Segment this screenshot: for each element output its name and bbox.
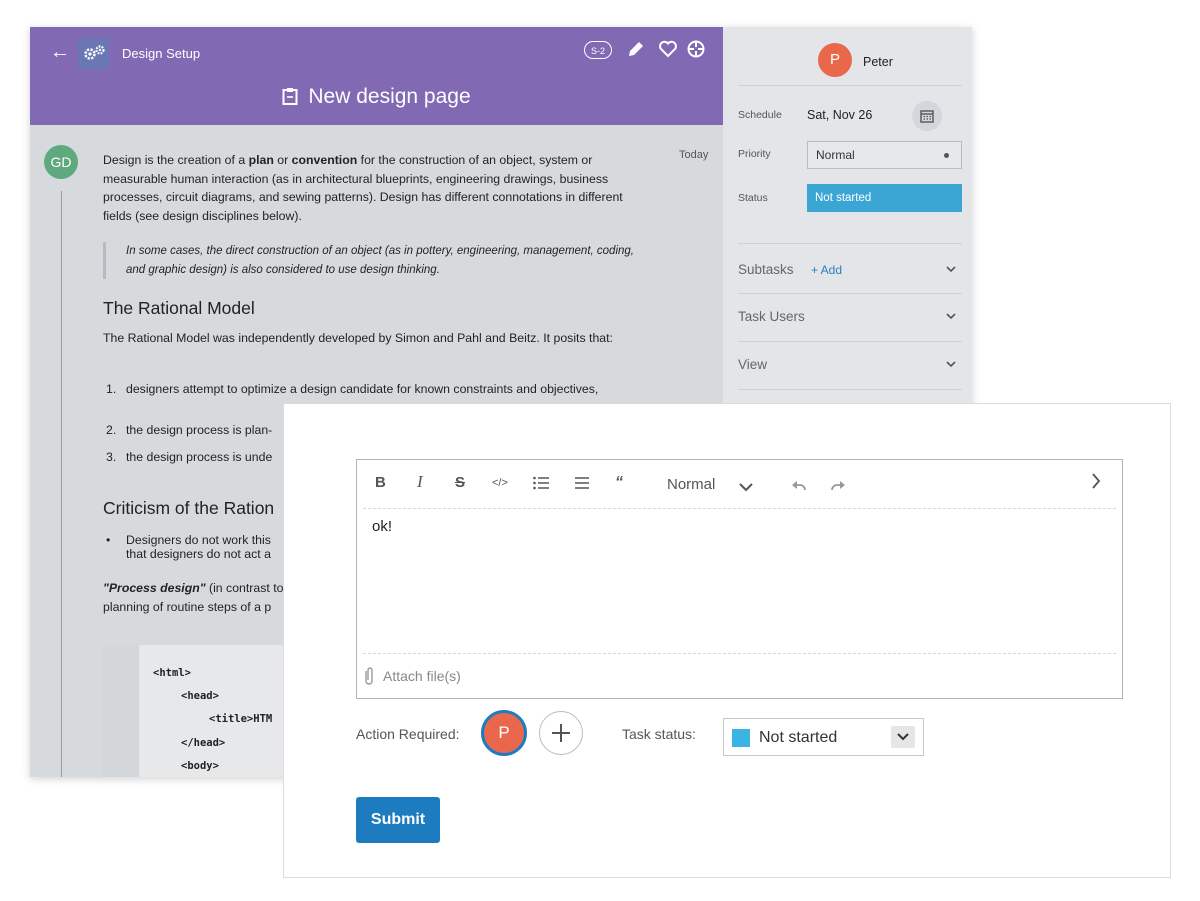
process-text: planning of routine steps of a p [103, 599, 272, 614]
breadcrumb[interactable]: Design Setup [122, 46, 200, 61]
list-number: 2. [106, 423, 117, 437]
task-users-section[interactable]: Task Users [738, 309, 962, 324]
comment-panel: B I S </> “ Normal ok! Attach file(s) Ac… [283, 403, 1171, 878]
chevron-right-icon[interactable] [1091, 473, 1101, 493]
undo-icon[interactable] [792, 478, 806, 498]
divider [738, 243, 962, 244]
code-gutter [103, 645, 139, 777]
strikethrough-button[interactable]: S [455, 474, 465, 494]
subtasks-section[interactable]: Subtasks [738, 262, 962, 277]
plus-icon [552, 724, 570, 742]
view-label: View [738, 357, 768, 372]
status-color-swatch [732, 729, 750, 747]
attach-files-link[interactable]: Attach file(s) [383, 668, 461, 684]
code-line: <html> [153, 667, 191, 679]
divider [738, 293, 962, 294]
assignee-avatar[interactable]: P [481, 710, 527, 756]
post-intro: Design is the creation of a plan or conv… [103, 151, 643, 225]
attach-divider [363, 653, 1116, 654]
divider [738, 389, 962, 390]
task-users-label: Task Users [738, 309, 805, 324]
code-line: <head> [181, 690, 219, 702]
heading-criticism: Criticism of the Ration [103, 498, 275, 518]
arrow-left-icon[interactable]: ← [50, 41, 70, 64]
page-title: New design page [30, 85, 723, 109]
post-timestamp: Today [679, 149, 709, 161]
format-select[interactable]: Normal [667, 476, 715, 496]
action-required-label: Action Required: [356, 726, 460, 742]
task-status-select[interactable]: Not started [723, 718, 924, 756]
code-line: <body> [181, 760, 219, 772]
code-button[interactable]: </> [492, 477, 508, 497]
blockquote-icon[interactable]: “ [615, 474, 623, 494]
list-number: 1. [106, 382, 117, 396]
heart-icon[interactable] [658, 39, 680, 61]
task-header: ← Design Setup S-2 New design page [30, 27, 723, 125]
avatar[interactable]: GD [44, 145, 78, 179]
chevron-down-icon[interactable] [946, 261, 956, 276]
intro-bold-convention: convention [291, 153, 358, 167]
process-bold: "Process design" [103, 581, 206, 595]
list-item: 1. designers attempt to optimize a desig… [106, 383, 626, 396]
redo-icon[interactable] [831, 478, 845, 498]
toolbar-divider [363, 508, 1116, 509]
rich-text-editor[interactable]: B I S </> “ Normal ok! Attach file(s) [356, 459, 1123, 699]
subtasks-label: Subtasks [738, 262, 794, 277]
priority-dot-icon [944, 153, 949, 158]
heading-rational-model: The Rational Model [103, 298, 255, 318]
divider [738, 341, 962, 342]
list-text: designers attempt to optimize a design c… [126, 382, 599, 396]
divider [738, 85, 962, 86]
story-badge: S-2 [584, 41, 612, 59]
bold-button[interactable]: B [375, 474, 386, 494]
list-number: 3. [106, 450, 117, 464]
chevron-down-icon[interactable] [946, 356, 956, 371]
intro-text: Design is the creation of a [103, 153, 249, 167]
bullet-text: Designers do not work this that designer… [126, 533, 271, 561]
gears-icon [78, 38, 109, 69]
code-line: </head> [181, 737, 226, 749]
chevron-down-icon[interactable] [891, 726, 915, 748]
blockquote: In some cases, the direct construction o… [103, 242, 646, 279]
intro-bold-plan: plan [248, 153, 274, 167]
rational-paragraph: The Rational Model was independently dev… [103, 331, 613, 345]
page-title-text: New design page [308, 85, 471, 108]
paperclip-icon[interactable] [363, 666, 375, 691]
user-name[interactable]: Peter [863, 55, 893, 69]
task-status-value: Not started [759, 729, 838, 746]
calendar-icon[interactable] [912, 101, 942, 131]
status-select[interactable]: Not started [807, 184, 962, 212]
process-text: (in contrast to [205, 581, 284, 595]
bullet-dot: • [106, 533, 111, 547]
priority-value: Normal [816, 148, 855, 162]
comment-text[interactable]: ok! [372, 518, 392, 535]
task-status-label: Task status: [622, 726, 696, 742]
crosshair-icon[interactable] [686, 39, 708, 61]
status-label: Status [738, 192, 768, 204]
code-line: <title>HTM [209, 713, 273, 725]
chevron-down-icon[interactable] [946, 308, 956, 323]
bullet-list-icon[interactable] [533, 476, 549, 496]
intro-text: or [273, 153, 292, 167]
schedule-label: Schedule [738, 109, 782, 121]
ordered-list-icon[interactable] [575, 476, 589, 496]
view-section[interactable]: View [738, 357, 962, 372]
chevron-down-icon[interactable] [739, 479, 753, 499]
clipboard-icon [282, 88, 298, 105]
italic-button[interactable]: I [417, 472, 423, 492]
pencil-icon[interactable] [626, 39, 648, 61]
priority-label: Priority [738, 148, 771, 160]
add-user-button[interactable] [539, 711, 583, 755]
schedule-value[interactable]: Sat, Nov 26 [807, 108, 872, 122]
timeline-line [61, 191, 62, 777]
submit-button[interactable]: Submit [356, 797, 440, 843]
avatar[interactable]: P [818, 43, 852, 77]
priority-select[interactable]: Normal [807, 141, 962, 169]
add-subtask-link[interactable]: + Add [811, 263, 842, 277]
